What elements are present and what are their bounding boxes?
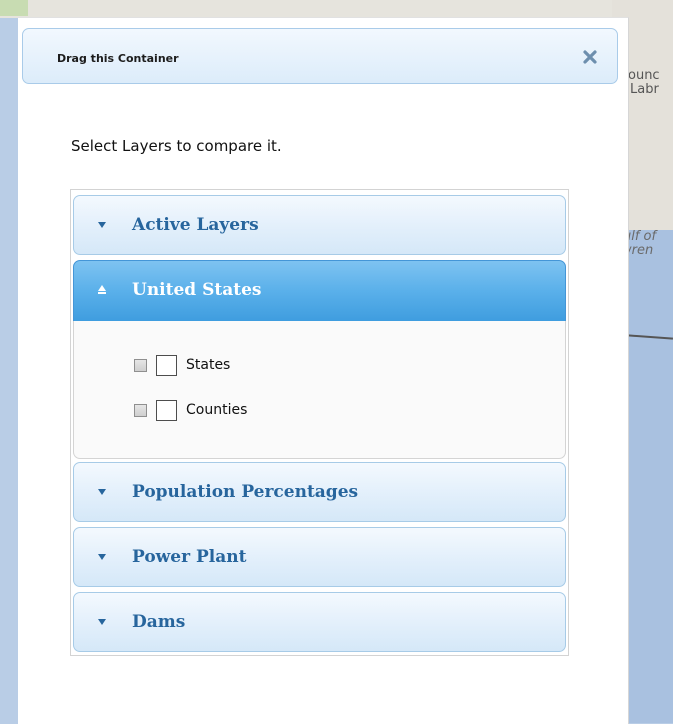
layer-label: Counties bbox=[186, 402, 248, 418]
accordion-label: United States bbox=[132, 280, 262, 300]
accordion-header-power-plant[interactable]: Power Plant bbox=[73, 527, 566, 587]
accordion-label: Active Layers bbox=[132, 215, 259, 235]
accordion-panel-united-states: States Counties bbox=[73, 321, 566, 459]
instructions-text: Select Layers to compare it. bbox=[71, 137, 282, 155]
layer-row-states: States bbox=[134, 354, 230, 376]
close-x-icon bbox=[583, 50, 597, 64]
panel-title: Drag this Container bbox=[57, 52, 179, 65]
triangle-down-icon bbox=[98, 554, 106, 560]
triangle-down-icon bbox=[98, 222, 106, 228]
layer-visibility-checkbox[interactable] bbox=[134, 358, 147, 372]
map-park-area bbox=[0, 0, 28, 16]
panel-drag-handle[interactable]: Drag this Container bbox=[22, 28, 618, 84]
accordion-header-united-states[interactable]: United States bbox=[73, 260, 566, 322]
map-label-newfoundland: ounc bbox=[628, 68, 660, 83]
layers-accordion: Active Layers United States States Count… bbox=[70, 189, 569, 656]
eject-up-icon bbox=[98, 285, 106, 294]
layer-row-counties: Counties bbox=[134, 399, 247, 421]
accordion-header-dams[interactable]: Dams bbox=[73, 592, 566, 652]
triangle-down-icon bbox=[98, 619, 106, 625]
layer-compare-panel: Drag this Container Select Layers to com… bbox=[18, 17, 629, 724]
accordion-label: Power Plant bbox=[132, 547, 247, 567]
map-land-top bbox=[0, 0, 673, 18]
layer-select-checkbox[interactable] bbox=[156, 399, 177, 421]
layer-select-checkbox[interactable] bbox=[156, 354, 177, 376]
close-button[interactable] bbox=[580, 47, 600, 67]
layer-label: States bbox=[186, 357, 231, 373]
accordion-header-population-percentages[interactable]: Population Percentages bbox=[73, 462, 566, 522]
triangle-down-icon bbox=[98, 489, 106, 495]
accordion-label: Dams bbox=[132, 612, 186, 632]
map-label-labrador: Labr bbox=[630, 82, 659, 97]
accordion-label: Population Percentages bbox=[132, 482, 359, 502]
accordion-header-active-layers[interactable]: Active Layers bbox=[73, 195, 566, 255]
layer-visibility-checkbox[interactable] bbox=[134, 403, 147, 417]
